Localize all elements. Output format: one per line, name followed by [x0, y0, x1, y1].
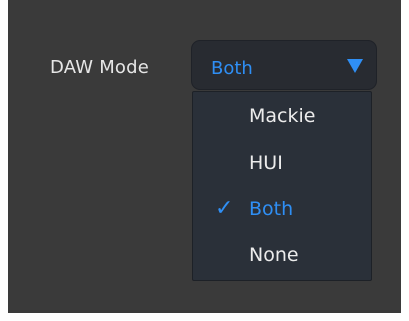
- menu-item-hui[interactable]: HUI: [193, 143, 371, 183]
- daw-mode-selected-value: Both: [211, 58, 253, 79]
- daw-mode-dropdown-menu: Mackie HUI ✓ Both None: [192, 91, 372, 281]
- menu-item-mackie[interactable]: Mackie: [193, 96, 371, 136]
- menu-item-label: Both: [249, 198, 294, 220]
- checkmark-icon: ✓: [215, 196, 234, 221]
- daw-mode-select[interactable]: Both: [191, 40, 377, 90]
- daw-mode-label: DAW Mode: [50, 57, 150, 78]
- menu-item-label: None: [249, 244, 299, 266]
- menu-item-both[interactable]: ✓ Both: [193, 189, 371, 229]
- triangle-down-icon[interactable]: [347, 59, 363, 73]
- menu-item-none[interactable]: None: [193, 235, 371, 275]
- menu-item-label: HUI: [249, 152, 283, 174]
- menu-item-label: Mackie: [249, 105, 316, 127]
